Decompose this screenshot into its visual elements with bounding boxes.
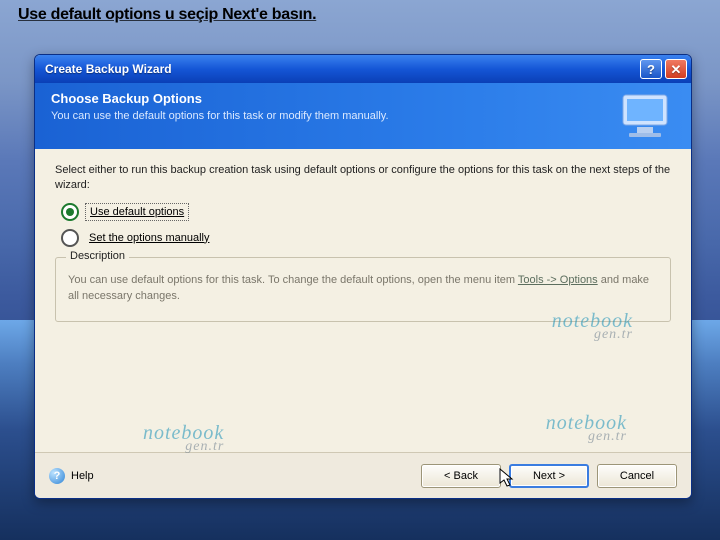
header-subtitle: You can use the default options for this… bbox=[51, 110, 389, 122]
wizard-window: Create Backup Wizard ? ✕ Choose Backup O… bbox=[34, 54, 692, 499]
radio-indicator-selected bbox=[61, 203, 79, 221]
slide-caption: Use default options u seçip Next'e basın… bbox=[18, 6, 316, 24]
titlebar[interactable]: Create Backup Wizard ? ✕ bbox=[35, 55, 691, 83]
next-button[interactable]: Next > bbox=[509, 464, 589, 488]
description-fieldset: Description You can use default options … bbox=[55, 257, 671, 322]
back-button[interactable]: < Back bbox=[421, 464, 501, 488]
instruction-text: Select either to run this backup creatio… bbox=[55, 163, 671, 193]
help-label: Help bbox=[71, 470, 94, 482]
watermark: notebookgen.tr bbox=[143, 423, 224, 454]
cancel-button[interactable]: Cancel bbox=[597, 464, 677, 488]
radio-set-options-manually[interactable]: Set the options manually bbox=[61, 229, 671, 247]
wizard-footer: ? Help < Back Next > Cancel bbox=[35, 452, 691, 498]
watermark: notebookgen.tr bbox=[546, 413, 627, 444]
radio-label: Set the options manually bbox=[85, 230, 213, 246]
radio-indicator-unselected bbox=[61, 229, 79, 247]
radio-label: Use default options bbox=[85, 203, 189, 221]
help-link[interactable]: ? Help bbox=[49, 468, 94, 484]
wizard-header: Choose Backup Options You can use the de… bbox=[35, 83, 691, 149]
description-text: You can use default options for this tas… bbox=[68, 272, 658, 305]
help-icon: ? bbox=[647, 63, 655, 76]
help-icon: ? bbox=[49, 468, 65, 484]
titlebar-help-button[interactable]: ? bbox=[640, 59, 662, 79]
radio-use-default-options[interactable]: Use default options bbox=[61, 203, 671, 221]
description-legend: Description bbox=[66, 250, 129, 262]
close-icon: ✕ bbox=[671, 63, 682, 76]
titlebar-close-button[interactable]: ✕ bbox=[665, 59, 687, 79]
monitor-icon bbox=[617, 91, 677, 141]
wizard-panel: Select either to run this backup creatio… bbox=[35, 149, 691, 452]
tools-options-link[interactable]: Tools -> Options bbox=[518, 274, 598, 286]
header-title: Choose Backup Options bbox=[51, 91, 389, 106]
window-title: Create Backup Wizard bbox=[45, 62, 637, 76]
